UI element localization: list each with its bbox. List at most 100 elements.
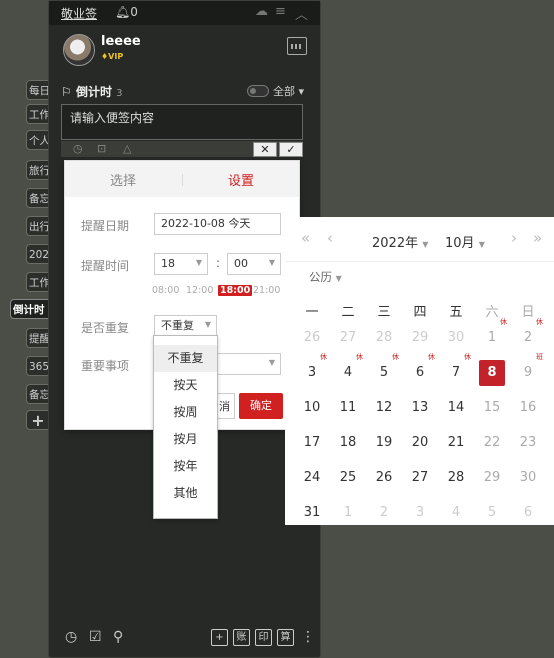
minute-select[interactable]: 00 ▼ [227, 253, 281, 275]
calendar-day[interactable]: 31 [294, 500, 330, 526]
search-icon[interactable]: ⚲ [113, 629, 123, 645]
calendar-day[interactable]: 30 [438, 325, 474, 351]
sidebar-item[interactable]: 旅行 [26, 160, 50, 180]
calendar-day[interactable]: 10 [294, 395, 330, 421]
calendar-day[interactable]: 27 [402, 465, 438, 491]
menu-icon[interactable]: ≡ [275, 4, 286, 19]
cancel-button[interactable]: 消 [215, 393, 235, 419]
calendar-day[interactable]: 4休 [330, 353, 366, 386]
calendar-day[interactable]: 18 [330, 430, 366, 456]
calendar-day[interactable]: 29 [402, 325, 438, 351]
account-button[interactable]: 账 [233, 629, 250, 646]
prev-year-icon[interactable]: « [301, 229, 310, 247]
calendar-day[interactable]: 26 [366, 465, 402, 491]
time-hint[interactable]: 21:00 [253, 285, 280, 296]
calendar-day[interactable]: 27 [330, 325, 366, 351]
cancel-note-button[interactable]: ✕ [253, 142, 277, 157]
calendar-day[interactable]: 6休 [402, 353, 438, 386]
calendar-day[interactable]: 2 [366, 500, 402, 526]
calendar-day[interactable]: 25 [330, 465, 366, 491]
tab-settings[interactable]: 设置 [228, 170, 254, 189]
calendar-day-selected[interactable]: 8班 [479, 353, 505, 386]
calendar-day[interactable]: 28 [438, 465, 474, 491]
calendar-day[interactable]: 3 [402, 500, 438, 526]
checklist-icon[interactable]: ☑ [89, 629, 102, 645]
bell-icon[interactable]: 🔔︎0 [115, 5, 138, 19]
calendar-day[interactable]: 13 [402, 395, 438, 421]
tab-select[interactable]: 选择 [110, 170, 136, 189]
repeat-option-daily[interactable]: 按天 [154, 372, 217, 399]
repeat-option-other[interactable]: 其他 [154, 480, 217, 507]
repeat-option-yearly[interactable]: 按年 [154, 453, 217, 480]
repeat-option-weekly[interactable]: 按周 [154, 399, 217, 426]
sidebar-item[interactable]: 出行 [26, 216, 50, 236]
note-input[interactable]: 请输入便签内容 [61, 104, 303, 140]
print-button[interactable]: 印 [255, 629, 272, 646]
calendar-day[interactable]: 7休 [438, 353, 474, 386]
calendar-day[interactable]: 30 [510, 465, 546, 491]
filter-dropdown[interactable]: 全部 ▾ [273, 83, 304, 99]
clock-icon[interactable]: ◷ [73, 142, 83, 155]
calendar-day[interactable]: 3休 [294, 353, 330, 386]
calendar-day[interactable]: 9班 [510, 353, 546, 386]
collapse-icon[interactable]: ︿ [295, 4, 308, 23]
save-note-button[interactable]: ✓ [279, 142, 303, 157]
repeat-option-none[interactable]: 不重复 [154, 345, 217, 372]
repeat-select[interactable]: 不重复 ▼ [154, 315, 217, 337]
app-title[interactable]: 敬业签 [61, 5, 97, 22]
calendar-day[interactable]: 5休 [366, 353, 402, 386]
sidebar-item[interactable]: 提醒 [26, 328, 50, 348]
next-month-icon[interactable]: › [511, 229, 517, 247]
calendar-day[interactable]: 19 [366, 430, 402, 456]
calendar-day[interactable]: 1休 [474, 318, 510, 351]
calculator-button[interactable]: 算 [277, 629, 294, 646]
calendar-day[interactable]: 23 [510, 430, 546, 456]
sidebar-item[interactable]: 备忘 [26, 384, 50, 404]
sidebar-item[interactable]: 工作 [26, 104, 50, 124]
time-hint[interactable]: 12:00 [186, 285, 213, 296]
prev-month-icon[interactable]: ‹ [327, 229, 333, 247]
add-button[interactable]: + [211, 629, 228, 646]
date-field[interactable]: 2022-10-08 今天 [154, 213, 281, 235]
calendar-day[interactable]: 2休 [510, 318, 546, 351]
calendar-day[interactable]: 4 [438, 500, 474, 526]
calendar-day[interactable]: 14 [438, 395, 474, 421]
sidebar-item[interactable]: 个人 [26, 130, 50, 150]
sidebar-item[interactable]: 365 [26, 356, 50, 376]
sidebar-item[interactable]: 备忘 [26, 188, 50, 208]
time-hint-selected[interactable]: 18:00 [218, 285, 253, 296]
calendar-day[interactable]: 24 [294, 465, 330, 491]
calendar-day[interactable]: 1 [330, 500, 366, 526]
calendar-day[interactable]: 17 [294, 430, 330, 456]
calendar-day[interactable]: 5 [474, 500, 510, 526]
month-select[interactable]: 10月 ▼ [445, 232, 485, 251]
sidebar-item-countdown[interactable]: 倒计时 [10, 299, 50, 319]
avatar[interactable] [63, 34, 95, 66]
sidebar-item[interactable]: 工作 [26, 272, 50, 292]
repeat-option-monthly[interactable]: 按月 [154, 426, 217, 453]
warning-icon[interactable]: △ [123, 142, 131, 155]
calendar-system-select[interactable]: 公历 ▼ [309, 269, 342, 285]
calendar-day[interactable]: 12 [366, 395, 402, 421]
calendar-icon[interactable] [287, 37, 307, 55]
year-select[interactable]: 2022年 ▼ [372, 232, 428, 251]
hour-select[interactable]: 18 ▼ [154, 253, 208, 275]
calendar-day[interactable]: 20 [402, 430, 438, 456]
calendar-day[interactable]: 21 [438, 430, 474, 456]
display-toggle[interactable] [247, 85, 269, 97]
confirm-button[interactable]: 确定 [239, 393, 283, 419]
calendar-day[interactable]: 28 [366, 325, 402, 351]
cloud-icon[interactable]: ☁ [255, 4, 268, 19]
clock-icon[interactable]: ◷ [65, 629, 77, 645]
sidebar-item[interactable]: 每日 [26, 80, 50, 100]
important-select[interactable]: ▼ [217, 353, 281, 375]
more-icon[interactable]: ⋮ [301, 629, 315, 645]
calendar-day[interactable]: 11 [330, 395, 366, 421]
calendar-day[interactable]: 15 [474, 395, 510, 421]
time-hint[interactable]: 08:00 [152, 285, 179, 296]
calendar-day[interactable]: 29 [474, 465, 510, 491]
calendar-day[interactable]: 6 [510, 500, 546, 526]
calendar-day[interactable]: 26 [294, 325, 330, 351]
lock-icon[interactable]: ⊡ [97, 142, 106, 155]
sidebar-item[interactable]: 2022 [26, 244, 50, 264]
